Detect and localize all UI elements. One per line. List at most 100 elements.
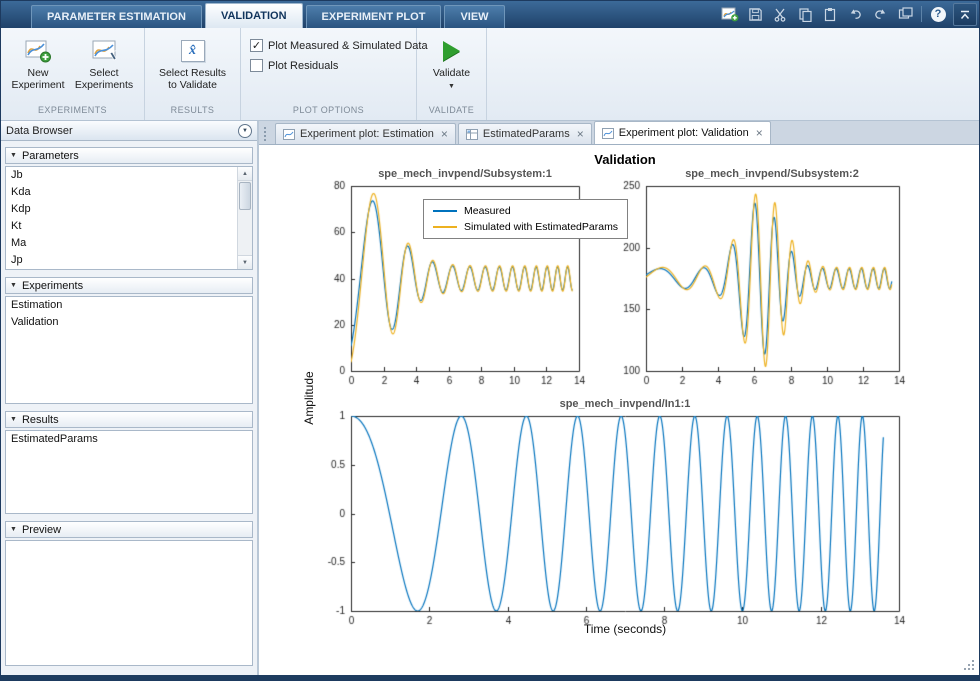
data-browser-panel: Data Browser ▼ ▼ Parameters Jb Kda Kdp K…	[1, 121, 257, 675]
tab-drag-handle-icon[interactable]	[264, 127, 269, 141]
checkbox-plot-residuals[interactable]: ✓ Plot Residuals	[250, 59, 338, 72]
section-header-experiments[interactable]: ▼ Experiments	[5, 277, 253, 294]
ribbon: New Experiment Select Experiments EXPERI…	[1, 28, 979, 121]
copy-icon[interactable]	[794, 4, 816, 24]
preview-box	[5, 540, 253, 666]
subplot1-title: spe_mech_invpend/Subsystem:1	[378, 168, 552, 180]
select-results-icon: x̂	[181, 37, 205, 65]
section-label-validate: VALIDATE	[417, 105, 486, 120]
close-icon[interactable]: ×	[441, 128, 448, 140]
section-label-plot-options: PLOT OPTIONS	[241, 105, 416, 120]
app-window: PARAMETER ESTIMATION VALIDATION EXPERIME…	[0, 0, 980, 681]
legend[interactable]: Measured Simulated with EstimatedParams	[423, 199, 628, 239]
new-experiment-label-line2: Experiment	[11, 79, 64, 91]
results-list: EstimatedParams	[5, 430, 253, 514]
paste-icon[interactable]	[819, 4, 841, 24]
list-item[interactable]: Validation	[6, 314, 252, 331]
scroll-up-icon[interactable]: ▲	[238, 167, 252, 181]
list-item[interactable]: Ma	[6, 235, 237, 252]
doc-tab-experiment-plot-estimation[interactable]: Experiment plot: Estimation ×	[275, 123, 456, 144]
new-experiment-icon	[24, 37, 52, 65]
checkbox-plot-measured-simulated[interactable]: ✓ Plot Measured & Simulated Data	[250, 39, 428, 52]
doc-tab-experiment-plot-validation[interactable]: Experiment plot: Validation ×	[594, 121, 771, 144]
list-item[interactable]: Estimation	[6, 297, 252, 314]
cut-icon[interactable]	[769, 4, 791, 24]
undo-icon[interactable]	[844, 4, 866, 24]
list-item[interactable]: Kt	[6, 218, 237, 235]
legend-label-simulated: Simulated with EstimatedParams	[464, 221, 618, 233]
list-item[interactable]: EstimatedParams	[6, 431, 252, 448]
close-icon[interactable]: ×	[756, 127, 763, 139]
resize-grip-icon[interactable]	[972, 668, 974, 670]
checkbox-box-residuals[interactable]: ✓	[250, 59, 263, 72]
select-results-button[interactable]: x̂ Select Results to Validate	[151, 32, 235, 92]
ribbon-section-plot-options: ✓ Plot Measured & Simulated Data ✓ Plot …	[241, 28, 417, 120]
list-item[interactable]: Kda	[6, 184, 237, 201]
data-browser-title: Data Browser	[6, 125, 73, 137]
document-area: Experiment plot: Estimation × EstimatedP…	[259, 121, 979, 675]
redo-icon[interactable]	[869, 4, 891, 24]
new-plot-icon[interactable]	[719, 4, 741, 24]
parameters-scrollbar[interactable]: ▲ ▼	[237, 167, 252, 269]
doc-tab-label: EstimatedParams	[483, 128, 570, 140]
doc-tab-label: Experiment plot: Validation	[619, 127, 749, 139]
close-icon[interactable]: ×	[577, 128, 584, 140]
status-bar	[1, 675, 979, 680]
scroll-down-icon[interactable]: ▼	[238, 255, 252, 269]
legend-row-simulated: Simulated with EstimatedParams	[433, 221, 618, 233]
validate-dropdown-icon[interactable]: ▼	[448, 81, 455, 93]
legend-label-measured: Measured	[464, 205, 511, 217]
legend-line-simulated	[433, 226, 457, 228]
select-experiments-icon	[90, 37, 118, 65]
subplot3-title: spe_mech_invpend/In1:1	[560, 398, 691, 410]
checkbox-label-measured-simulated: Plot Measured & Simulated Data	[268, 40, 428, 52]
save-icon[interactable]	[744, 4, 766, 24]
tab-parameter-estimation[interactable]: PARAMETER ESTIMATION	[31, 5, 202, 28]
section-title-parameters: Parameters	[22, 150, 79, 162]
legend-row-measured: Measured	[433, 205, 618, 217]
collapse-triangle-icon: ▼	[10, 526, 17, 533]
help-glyph: ?	[931, 7, 946, 22]
plot-doc-icon	[283, 129, 295, 140]
tab-view[interactable]: VIEW	[444, 5, 504, 28]
doc-tab-estimatedparams[interactable]: EstimatedParams ×	[458, 123, 592, 144]
select-experiments-button[interactable]: Select Experiments	[72, 32, 136, 92]
help-icon[interactable]: ?	[927, 4, 949, 24]
scrollbar-thumb[interactable]	[239, 182, 251, 210]
collapse-triangle-icon: ▼	[10, 416, 17, 423]
select-results-label-line1: Select Results	[159, 67, 226, 79]
checkbox-box-measured-simulated[interactable]: ✓	[250, 39, 263, 52]
checkbox-label-residuals: Plot Residuals	[268, 60, 338, 72]
select-experiments-label-line2: Experiments	[75, 79, 133, 91]
ribbon-section-experiments: New Experiment Select Experiments EXPERI…	[1, 28, 145, 120]
list-item[interactable]: Jp	[6, 252, 237, 269]
x-axis-label: Time (seconds)	[584, 622, 666, 636]
section-header-parameters[interactable]: ▼ Parameters	[5, 147, 253, 164]
check-icon: ✓	[252, 41, 261, 51]
list-item[interactable]: Kdp	[6, 201, 237, 218]
document-tab-bar: Experiment plot: Estimation × EstimatedP…	[259, 121, 979, 145]
tab-validation[interactable]: VALIDATION	[205, 3, 303, 28]
validation-figure: Validation spe_mech_invpend/Subsystem:1 …	[259, 145, 979, 675]
minimize-ribbon-icon[interactable]	[953, 3, 977, 26]
figure-title: Validation	[594, 152, 655, 167]
validate-button[interactable]: Validate ▼	[423, 32, 481, 94]
ribbon-section-results: x̂ Select Results to Validate RESULTS	[145, 28, 241, 120]
list-item[interactable]: Jb	[6, 167, 237, 184]
section-header-preview[interactable]: ▼ Preview	[5, 521, 253, 538]
dock-icon[interactable]	[894, 4, 916, 24]
table-doc-icon	[466, 129, 478, 140]
new-experiment-button[interactable]: New Experiment	[6, 32, 70, 92]
new-experiment-label-line1: New	[27, 67, 48, 79]
tab-experiment-plot[interactable]: EXPERIMENT PLOT	[306, 5, 442, 28]
legend-line-measured	[433, 210, 457, 212]
data-browser-body: ▼ Parameters Jb Kda Kdp Kt Ma Jp ▲	[1, 141, 257, 675]
xhat-glyph: x̂	[189, 45, 196, 57]
section-title-results: Results	[22, 414, 59, 426]
select-experiments-label-line1: Select	[89, 67, 118, 79]
ribbon-tab-bar: PARAMETER ESTIMATION VALIDATION EXPERIME…	[1, 1, 979, 28]
y-axis-label: Amplitude	[302, 371, 316, 424]
section-label-experiments: EXPERIMENTS	[1, 105, 144, 120]
section-header-results[interactable]: ▼ Results	[5, 411, 253, 428]
panel-collapse-icon[interactable]: ▼	[238, 124, 252, 138]
